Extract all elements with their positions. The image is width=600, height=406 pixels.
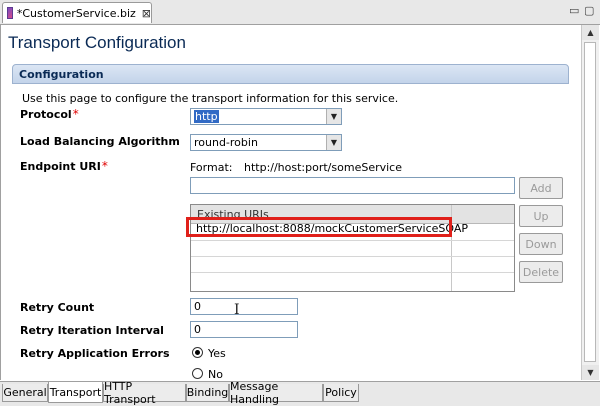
row-divider	[191, 240, 514, 241]
retry-yes-label[interactable]: Yes	[208, 347, 226, 360]
scrollbar-thumb[interactable]	[584, 42, 596, 362]
delete-button[interactable]: Delete	[519, 261, 563, 283]
endpoint-format: Format: http://host:port/someService	[190, 161, 402, 174]
down-button[interactable]: Down	[519, 233, 563, 255]
retry-interval-input[interactable]: 0	[190, 321, 298, 338]
retry-no-radio[interactable]	[192, 368, 203, 379]
protocol-select[interactable]: http ▼	[190, 108, 342, 125]
maximize-icon[interactable]: ▢	[584, 4, 594, 17]
retry-yes-radio[interactable]	[192, 347, 203, 358]
section-header[interactable]: Configuration	[12, 64, 569, 84]
protocol-label-group: Protocol*	[20, 107, 79, 121]
minimize-icon[interactable]: ▭	[569, 4, 579, 17]
tab-message-handling[interactable]: Message Handling	[229, 380, 323, 406]
endpoint-uri-input[interactable]	[190, 177, 515, 194]
editor-tab[interactable]: *CustomerService.biz ⊠	[2, 2, 152, 23]
tab-general[interactable]: General	[2, 384, 48, 402]
scroll-up-icon[interactable]: ▲	[582, 25, 599, 40]
endpoint-label-group: Endpoint URI*	[20, 159, 108, 173]
retry-count-label: Retry Count	[20, 301, 95, 314]
retry-interval-value: 0	[194, 323, 201, 336]
tab-transport[interactable]: Transport	[48, 382, 103, 403]
row-divider	[191, 256, 514, 257]
load-balancing-select[interactable]: round-robin ▼	[190, 134, 342, 151]
format-value: http://host:port/someService	[243, 161, 402, 174]
add-button[interactable]: Add	[519, 177, 563, 199]
editor-tab-bar: *CustomerService.biz ⊠ ▭ ▢	[0, 0, 600, 25]
row-divider	[191, 272, 514, 273]
section-title: Configuration	[19, 68, 104, 81]
retry-no-label[interactable]: No	[208, 368, 223, 381]
protocol-value: http	[194, 110, 219, 123]
format-label: Format:	[190, 161, 233, 174]
bottom-tab-bar: General Transport HTTP Transport Binding…	[0, 380, 600, 406]
up-button[interactable]: Up	[519, 205, 563, 227]
tab-http-transport[interactable]: HTTP Transport	[103, 380, 186, 406]
retry-interval-label: Retry Iteration Interval	[20, 324, 164, 337]
retry-count-value: 0	[194, 300, 201, 313]
highlight-box	[186, 217, 452, 237]
tab-binding[interactable]: Binding	[186, 384, 229, 402]
endpoint-label: Endpoint URI	[20, 160, 101, 173]
load-balancing-value: round-robin	[194, 136, 258, 149]
biz-file-icon	[7, 7, 13, 19]
retry-count-input[interactable]: 0	[190, 298, 298, 315]
chevron-down-icon[interactable]: ▼	[326, 135, 341, 150]
load-balancing-label: Load Balancing Algorithm	[20, 135, 180, 148]
editor-tab-title: *CustomerService.biz	[16, 6, 136, 20]
vertical-scrollbar[interactable]: ▲ ▼	[581, 25, 599, 380]
retry-app-errors-label: Retry Application Errors	[20, 347, 170, 360]
page-title: Transport Configuration	[8, 33, 186, 52]
chevron-down-icon[interactable]: ▼	[326, 109, 341, 124]
protocol-label: Protocol	[20, 108, 72, 121]
required-asterisk: *	[101, 159, 108, 173]
tab-policy[interactable]: Policy	[323, 384, 359, 402]
section-intro: Use this page to configure the transport…	[22, 92, 399, 105]
scroll-down-icon[interactable]: ▼	[582, 365, 599, 380]
required-asterisk: *	[72, 107, 79, 121]
text-cursor-icon: I	[234, 302, 240, 318]
close-tab-icon[interactable]: ⊠	[142, 7, 151, 20]
